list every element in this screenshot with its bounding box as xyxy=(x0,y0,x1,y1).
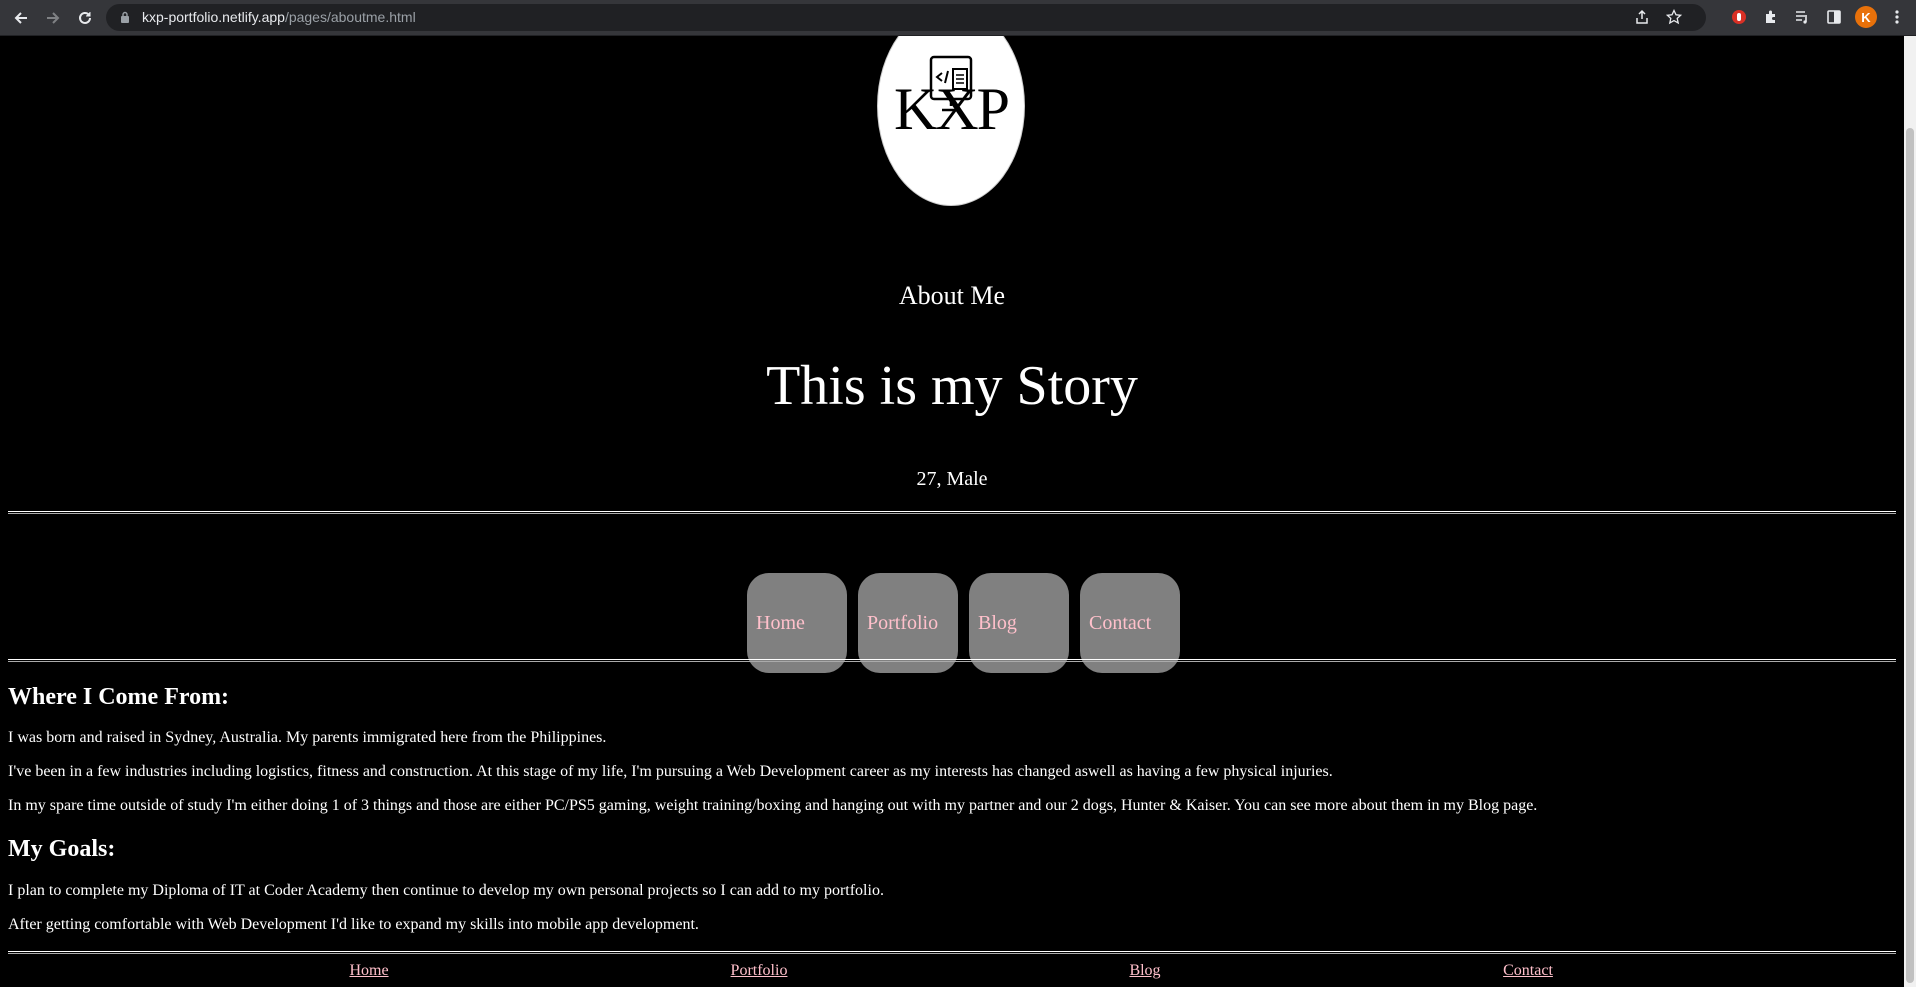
nav-blog[interactable]: Blog xyxy=(969,573,1069,673)
origin-paragraph: I was born and raised in Sydney, Austral… xyxy=(8,729,607,746)
goals-paragraph: I plan to complete my Diploma of IT at C… xyxy=(8,882,884,899)
scrollbar-thumb[interactable] xyxy=(1906,128,1914,983)
origin-heading: Where I Come From: xyxy=(8,684,230,710)
back-icon xyxy=(14,12,27,24)
forward-button[interactable] xyxy=(40,5,66,31)
lock-icon xyxy=(121,11,129,23)
goals-heading: My Goals: xyxy=(8,836,116,862)
divider-middle xyxy=(8,659,1896,662)
nav-contact[interactable]: Contact xyxy=(1080,573,1180,673)
page-subtitle: 27, Male xyxy=(916,468,988,490)
divider-bottom xyxy=(8,951,1896,954)
goals-paragraph: After getting comfortable with Web Devel… xyxy=(8,916,699,933)
url-text: kxp-portfolio.netlify.app/pages/aboutme.… xyxy=(142,9,416,25)
nav-home[interactable]: Home xyxy=(747,573,847,673)
share-icon[interactable] xyxy=(1634,9,1650,25)
reload-button[interactable] xyxy=(72,5,98,31)
extension-icon[interactable] xyxy=(1728,6,1750,28)
media-icon[interactable] xyxy=(1791,6,1813,28)
divider-top xyxy=(8,511,1896,514)
footer-link-contact[interactable]: Contact xyxy=(1503,962,1553,980)
main-nav: Home Portfolio Blog Contact xyxy=(747,573,1180,673)
address-bar[interactable]: kxp-portfolio.netlify.app/pages/aboutme.… xyxy=(106,4,1706,31)
nav-portfolio[interactable]: Portfolio xyxy=(858,573,958,673)
footer-link-home[interactable]: Home xyxy=(349,962,388,980)
origin-paragraph: I've been in a few industries including … xyxy=(8,763,1333,780)
page-title: This is my Story xyxy=(766,355,1138,417)
page-scrollbar[interactable] xyxy=(1904,36,1916,987)
origin-paragraph: In my spare time outside of study I'm ei… xyxy=(8,797,1538,814)
url-path: /pages/aboutme.html xyxy=(284,9,416,25)
menu-icon[interactable] xyxy=(1886,6,1908,28)
footer-link-blog[interactable]: Blog xyxy=(1129,962,1160,980)
footer-link-portfolio[interactable]: Portfolio xyxy=(731,962,788,980)
profile-avatar[interactable]: K xyxy=(1855,6,1877,28)
forward-icon xyxy=(47,12,60,24)
browser-toolbar: kxp-portfolio.netlify.app/pages/aboutme.… xyxy=(0,0,1916,36)
back-button[interactable] xyxy=(8,5,34,31)
star-icon[interactable] xyxy=(1666,9,1682,25)
logo-text: KXP xyxy=(893,76,1010,142)
footer-nav: Home Portfolio Blog Contact xyxy=(8,962,1896,982)
url-domain: kxp-portfolio.netlify.app xyxy=(142,9,285,25)
sidepanel-icon[interactable] xyxy=(1823,6,1845,28)
reload-icon xyxy=(79,11,91,24)
site-logo: KXP xyxy=(877,36,1025,206)
page-viewport: KXP About Me This is my Story 27, Male H… xyxy=(0,36,1904,987)
page-label: About Me xyxy=(898,281,1006,310)
puzzle-icon[interactable] xyxy=(1760,6,1782,28)
